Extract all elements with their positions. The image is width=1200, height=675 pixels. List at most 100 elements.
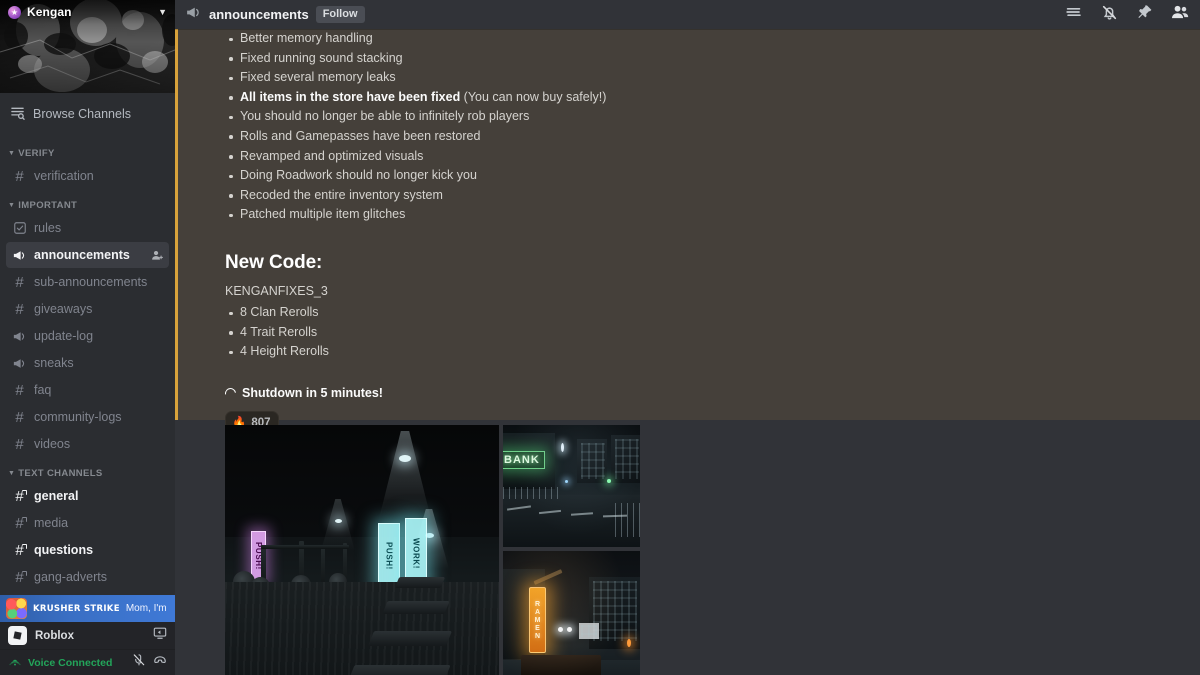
chevron-down-icon: ▼ — [8, 150, 16, 157]
gym-screenshot[interactable]: PUSH! PUSH! WORK! — [225, 425, 499, 675]
sidebar-item-questions[interactable]: # questions — [6, 537, 169, 563]
list-item-text: 4 Trait Rerolls — [240, 324, 318, 339]
category-verify[interactable]: ▼ VERIFY — [0, 138, 175, 162]
add-member-icon[interactable] — [151, 249, 164, 262]
members-icon[interactable] — [1170, 2, 1190, 27]
channel-label: sneaks — [34, 356, 74, 370]
hash-icon: # — [15, 435, 24, 453]
megaphone-icon — [11, 329, 28, 344]
channel-label: faq — [34, 383, 52, 397]
category-label: TEXT CHANNELS — [18, 468, 103, 479]
hash-icon: # — [15, 167, 24, 185]
list-item-text: Revamped and optimized visuals — [240, 148, 424, 163]
hash-thread-icon: # — [15, 541, 28, 559]
channel-label: update-log — [34, 329, 94, 343]
list-item: 8 Clan Rerolls — [225, 303, 1200, 323]
hash-thread-icon: # — [15, 568, 28, 586]
list-item-text: Better memory handling — [240, 31, 373, 45]
message-area: Better memory handling Fixed running sou… — [175, 29, 1200, 675]
discord-window: ★ Kengan ▼ Browse Channels ▼ VERIFY # ve… — [0, 0, 1200, 675]
sidebar-item-verification[interactable]: # verification — [6, 163, 169, 189]
sidebar-item-videos[interactable]: # videos — [6, 431, 169, 457]
topbar-actions — [1064, 2, 1190, 27]
sidebar-item-rules[interactable]: rules — [6, 215, 169, 241]
game-status-label: Roblox — [35, 629, 74, 642]
list-item: Doing Roadwork should no longer kick you — [225, 166, 1200, 186]
signal-icon — [8, 653, 22, 672]
mic-muted-icon[interactable] — [132, 653, 146, 672]
screen-share-icon[interactable] — [153, 626, 167, 645]
sidebar-item-update-log[interactable]: update-log — [6, 323, 169, 349]
list-item-text: Fixed running sound stacking — [240, 50, 403, 65]
channel-sidebar: ★ Kengan ▼ Browse Channels ▼ VERIFY # ve… — [0, 0, 175, 675]
list-item-bold: All items in the store have been fixed — [240, 89, 461, 104]
sidebar-item-general[interactable]: # general — [6, 483, 169, 509]
promo-code: KENGANFIXES_3 — [225, 283, 328, 298]
server-banner[interactable]: ★ Kengan ▼ — [0, 0, 175, 93]
list-item-text: Fixed several memory leaks — [240, 70, 396, 85]
bell-muted-icon[interactable] — [1100, 3, 1119, 27]
main-content: announcements Follow Better memory handl… — [175, 0, 1200, 675]
channel-label: sub-announcements — [34, 275, 148, 289]
channel-label: gang-adverts — [34, 570, 107, 584]
channel-label: general — [34, 489, 79, 503]
code-rewards-list: 8 Clan Rerolls 4 Trait Rerolls 4 Height … — [225, 303, 1200, 362]
hash-icon: # — [15, 273, 24, 291]
chevron-down-icon: ▼ — [8, 470, 16, 477]
new-code-heading: New Code: — [225, 251, 323, 273]
sidebar-item-announcements[interactable]: announcements — [6, 242, 169, 268]
activity-banner[interactable]: KRUSHER STRIKE Mom, I'm Winning — [0, 595, 175, 622]
list-item: Rolls and Gamepasses have been restored — [225, 127, 1200, 147]
threads-icon[interactable] — [1064, 2, 1084, 27]
list-item: Better memory handling — [225, 29, 1200, 49]
category-text-channels[interactable]: ▼ TEXT CHANNELS — [0, 458, 175, 482]
sidebar-item-giveaways[interactable]: # giveaways — [6, 296, 169, 322]
message-content: Better memory handling Fixed running sou… — [175, 29, 1200, 437]
server-header[interactable]: ★ Kengan ▼ — [0, 0, 175, 24]
channel-label: announcements — [34, 248, 130, 262]
chevron-down-icon[interactable]: ▼ — [158, 7, 167, 17]
voice-controls — [132, 653, 167, 672]
list-item-text: Rolls and Gamepasses have been restored — [240, 128, 481, 143]
sidebar-item-faq[interactable]: # faq — [6, 377, 169, 403]
sidebar-item-media[interactable]: # media — [6, 510, 169, 536]
list-item: Fixed running sound stacking — [225, 49, 1200, 69]
hash-thread-icon: # — [15, 514, 28, 532]
neon-sign-push: PUSH! — [378, 523, 400, 589]
game-status-row[interactable]: Roblox — [0, 622, 175, 649]
browse-channels-label: Browse Channels — [33, 107, 131, 121]
list-item: You should no longer be able to infinite… — [225, 107, 1200, 127]
list-item-text: (You can now buy safely!) — [460, 89, 607, 104]
sidebar-item-sneaks[interactable]: sneaks — [6, 350, 169, 376]
server-name: Kengan — [27, 5, 72, 19]
loading-spinner-icon — [222, 386, 239, 402]
list-item: Recoded the entire inventory system — [225, 186, 1200, 206]
list-item: Patched multiple item glitches — [225, 205, 1200, 225]
disconnect-icon[interactable] — [153, 653, 167, 672]
sidebar-item-sub-announcements[interactable]: # sub-announcements — [6, 269, 169, 295]
category-important[interactable]: ▼ IMPORTANT — [0, 190, 175, 214]
voice-status-row[interactable]: Voice Connected — [0, 649, 175, 675]
sidebar-item-community-logs[interactable]: # community-logs — [6, 404, 169, 430]
chevron-down-icon: ▼ — [8, 202, 16, 209]
follow-button[interactable]: Follow — [315, 5, 365, 24]
channel-label: rules — [34, 221, 62, 235]
attachment-gallery: PUSH! PUSH! WORK! — [225, 425, 640, 675]
changelog-list: Better memory handling Fixed running sou… — [225, 29, 1200, 225]
shutdown-text: Shutdown in 5 minutes! — [242, 385, 383, 400]
list-item-text: 4 Height Rerolls — [240, 344, 329, 359]
category-label: VERIFY — [18, 148, 55, 159]
rules-icon — [11, 221, 28, 235]
pin-icon[interactable] — [1135, 3, 1154, 27]
sidebar-item-gang-adverts[interactable]: # gang-adverts — [6, 564, 169, 590]
list-item: 4 Height Rerolls — [225, 342, 1200, 362]
night-street-screenshot[interactable]: R A M E N — [503, 551, 640, 675]
list-item-text: Recoded the entire inventory system — [240, 187, 443, 202]
voice-status-label: Voice Connected — [28, 656, 113, 669]
mention-accent-stripe — [175, 0, 178, 420]
channel-label: questions — [34, 543, 94, 557]
browse-channels-button[interactable]: Browse Channels — [0, 98, 175, 130]
bank-street-screenshot[interactable]: BANK — [503, 425, 640, 547]
list-item: Revamped and optimized visuals — [225, 147, 1200, 167]
hash-icon: # — [15, 381, 24, 399]
